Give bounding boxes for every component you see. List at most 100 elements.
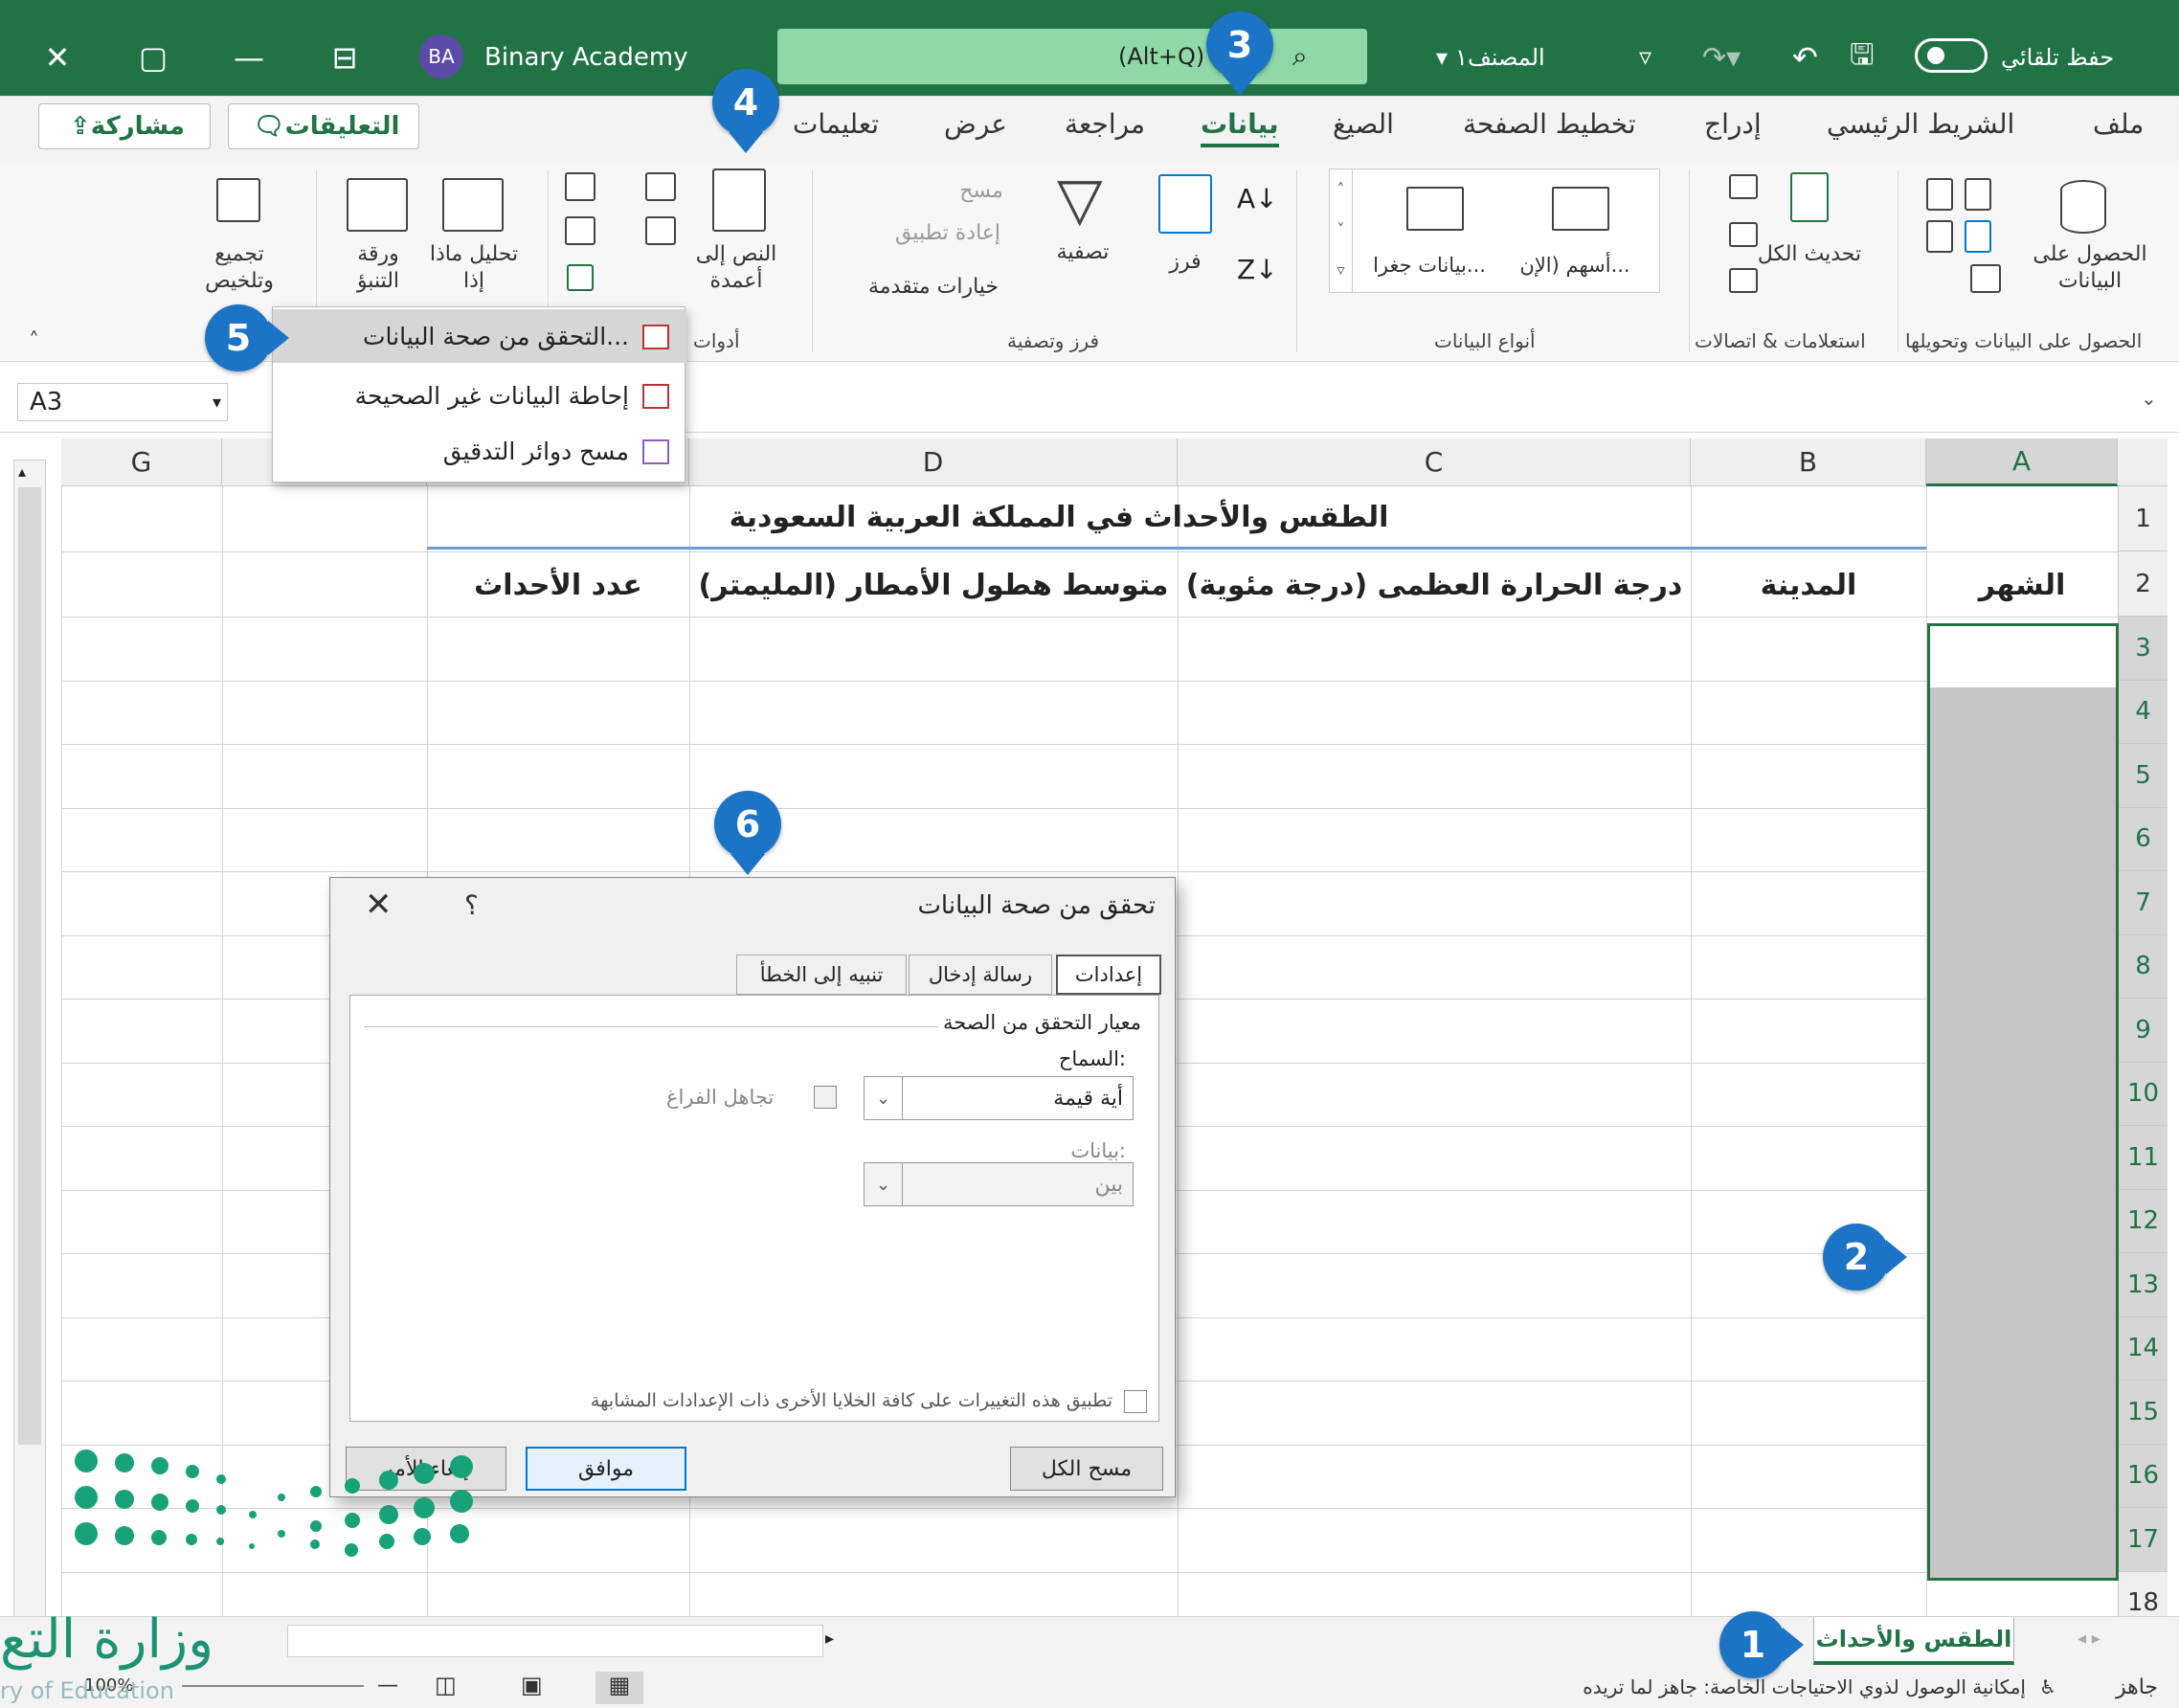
header-max-temp[interactable]: درجة الحرارة العظمى (درجة مئوية) xyxy=(1178,551,1691,618)
col-header-g[interactable]: G xyxy=(61,438,222,486)
row-header[interactable]: 13 xyxy=(2118,1253,2168,1317)
header-month[interactable]: الشهر xyxy=(1926,551,2118,618)
ignore-blank-checkbox[interactable] xyxy=(814,1086,837,1109)
row-header[interactable]: 15 xyxy=(2118,1381,2168,1445)
row-header[interactable]: 1 xyxy=(2118,486,2168,551)
manage-data-model-icon[interactable] xyxy=(567,264,594,291)
share-button[interactable]: ⇪ مشاركة xyxy=(38,103,211,149)
help-icon[interactable]: ؟ xyxy=(464,889,479,921)
comments-button[interactable]: 🗨 التعليقات xyxy=(228,103,419,149)
get-data-button[interactable]: الحصول على البيانات xyxy=(2018,241,2162,295)
customize-qat-icon[interactable]: ▿ xyxy=(1639,17,1651,98)
tab-page-layout[interactable]: تخطيط الصفحة xyxy=(1463,108,1636,140)
refresh-all-button[interactable]: تحديث الكل xyxy=(1752,241,1867,268)
col-header-a[interactable]: A xyxy=(1926,438,2118,486)
stocks-button[interactable]: أسهم (الإن... xyxy=(1489,252,1661,279)
col-header-d[interactable]: D xyxy=(689,438,1178,486)
row-header[interactable]: 11 xyxy=(2118,1126,2168,1190)
remove-duplicates-icon[interactable] xyxy=(645,216,676,245)
close-icon[interactable]: ✕ xyxy=(365,886,393,924)
save-icon[interactable]: 🖫 xyxy=(1850,17,1875,98)
from-web-icon[interactable] xyxy=(1965,178,1991,211)
collapse-ribbon-icon[interactable]: ˄ xyxy=(29,329,39,353)
active-cell-a3[interactable] xyxy=(1930,626,2116,687)
row-header[interactable]: 14 xyxy=(2118,1316,2168,1381)
clear-all-button[interactable]: مسح الكل xyxy=(1010,1447,1163,1491)
formula-input[interactable] xyxy=(689,381,2145,423)
title-cell[interactable]: الطقس والأحداث في المملكة العربية السعود… xyxy=(427,486,1691,548)
col-header-c[interactable]: C xyxy=(1178,438,1691,486)
geography-button[interactable]: بيانات جغرا... xyxy=(1353,252,1506,279)
relationships-icon[interactable] xyxy=(565,216,595,245)
col-header-b[interactable]: B xyxy=(1691,438,1926,486)
avatar[interactable]: BA xyxy=(419,34,463,79)
tab-review[interactable]: مراجعة xyxy=(1065,108,1145,140)
tab-error-alert[interactable]: تنبيه إلى الخطأ xyxy=(736,955,907,995)
edit-links-icon[interactable] xyxy=(1729,268,1758,293)
vertical-scrollbar[interactable]: ▴ xyxy=(13,460,46,1628)
allow-select[interactable]: ⌄ أية قيمة xyxy=(864,1076,1134,1120)
normal-view-icon[interactable]: ▦ xyxy=(595,1672,643,1704)
accessibility-icon[interactable]: ♿ xyxy=(2039,1675,2056,1698)
menu-item-clear-circles[interactable]: مسح دوائر التدقيق xyxy=(273,424,686,478)
clear-button[interactable]: مسح xyxy=(929,178,1034,205)
sort-az-icon[interactable]: A↓ xyxy=(1237,184,1278,216)
tab-data[interactable]: بيانات xyxy=(1201,108,1279,147)
recent-sources-icon[interactable] xyxy=(1965,220,1991,253)
tab-input-message[interactable]: رسالة إدخال xyxy=(909,955,1052,995)
menu-item-data-validation[interactable]: التحقق من صحة البيانات... xyxy=(273,309,686,363)
scroll-up-icon[interactable]: ▴ xyxy=(18,462,26,481)
row-header[interactable]: 4 xyxy=(2118,680,2168,744)
file-name[interactable]: ▾ المصنف١ xyxy=(1436,17,1545,98)
menu-item-circle-invalid[interactable]: إحاطة البيانات غير الصحيحة xyxy=(273,369,686,422)
tab-settings[interactable]: إعدادات xyxy=(1056,955,1161,995)
tab-formulas[interactable]: الصيغ xyxy=(1333,108,1394,140)
existing-connections-icon[interactable] xyxy=(1970,264,2001,293)
horizontal-scrollbar[interactable] xyxy=(287,1625,823,1657)
redo-icon[interactable]: ↷▾ xyxy=(1702,17,1741,98)
data-select[interactable]: ⌄ بين xyxy=(864,1162,1134,1206)
header-events[interactable]: عدد الأحداث xyxy=(427,551,689,618)
select-all-corner[interactable] xyxy=(2118,438,2168,486)
ok-button[interactable]: موافق xyxy=(526,1447,686,1491)
sort-button[interactable]: فرز xyxy=(1157,249,1214,276)
tab-insert[interactable]: إدراج xyxy=(1704,108,1762,140)
tab-view[interactable]: عرض xyxy=(944,108,1007,140)
undo-icon[interactable]: ↶ xyxy=(1792,17,1818,98)
page-break-view-icon[interactable]: ◫ xyxy=(435,1672,457,1698)
selected-range[interactable] xyxy=(1927,623,2119,1581)
row-header[interactable]: 8 xyxy=(2118,934,2168,999)
from-table-icon[interactable] xyxy=(1926,220,1953,253)
tab-home[interactable]: الشريط الرئيسي xyxy=(1827,108,2014,140)
outline-button[interactable]: تجميع وتلخيص xyxy=(182,241,297,295)
filter-button[interactable]: تصفية xyxy=(1040,239,1126,266)
what-if-button[interactable]: تحليل ماذا إذا xyxy=(417,241,530,295)
forecast-sheet-button[interactable]: ورقة التنبؤ xyxy=(335,241,421,295)
consolidate-icon[interactable] xyxy=(565,172,595,201)
close-icon[interactable]: ✕ xyxy=(29,17,86,98)
data-types-gallery[interactable]: أسهم (الإن... بيانات جغرا... ˄ ˅ ▿ xyxy=(1329,169,1660,293)
sort-za-icon[interactable]: Z↓ xyxy=(1237,255,1278,287)
page-layout-view-icon[interactable]: ▣ xyxy=(521,1672,543,1698)
account-name[interactable]: Binary Academy xyxy=(484,17,688,98)
ribbon-display-icon[interactable]: ⊟ xyxy=(316,17,373,98)
flash-fill-icon[interactable] xyxy=(645,172,676,201)
header-rainfall[interactable]: متوسط هطول الأمطار (المليمتر) xyxy=(689,551,1178,618)
tab-help[interactable]: تعليمات xyxy=(793,108,879,140)
row-header[interactable]: 9 xyxy=(2118,999,2168,1063)
gallery-scroll[interactable]: ˄ ˅ ▿ xyxy=(1330,169,1353,292)
restore-icon[interactable]: ▢ xyxy=(124,17,182,98)
row-header[interactable]: 16 xyxy=(2118,1444,2168,1508)
search-box[interactable]: (Alt+Q) ⌕ xyxy=(777,29,1367,84)
properties-icon[interactable] xyxy=(1729,222,1758,247)
accessibility-status[interactable]: إمكانية الوصول لذوي الاحتياجات الخاصة: ج… xyxy=(1583,1675,2026,1698)
scroll-right-icon[interactable]: ▸ xyxy=(825,1629,834,1649)
reapply-button[interactable]: إعادة تطبيق xyxy=(862,220,1034,247)
row-header[interactable]: 7 xyxy=(2118,871,2168,935)
tab-file[interactable]: ملف xyxy=(2093,108,2144,140)
row-header[interactable]: 12 xyxy=(2118,1189,2168,1253)
minimize-icon[interactable]: — xyxy=(220,17,278,98)
expand-formula-icon[interactable]: ⌄ xyxy=(2141,387,2157,410)
sheet-tab-weather[interactable]: الطقس والأحداث xyxy=(1813,1617,2014,1665)
text-to-columns-button[interactable]: النص إلى أعمدة xyxy=(684,241,789,295)
